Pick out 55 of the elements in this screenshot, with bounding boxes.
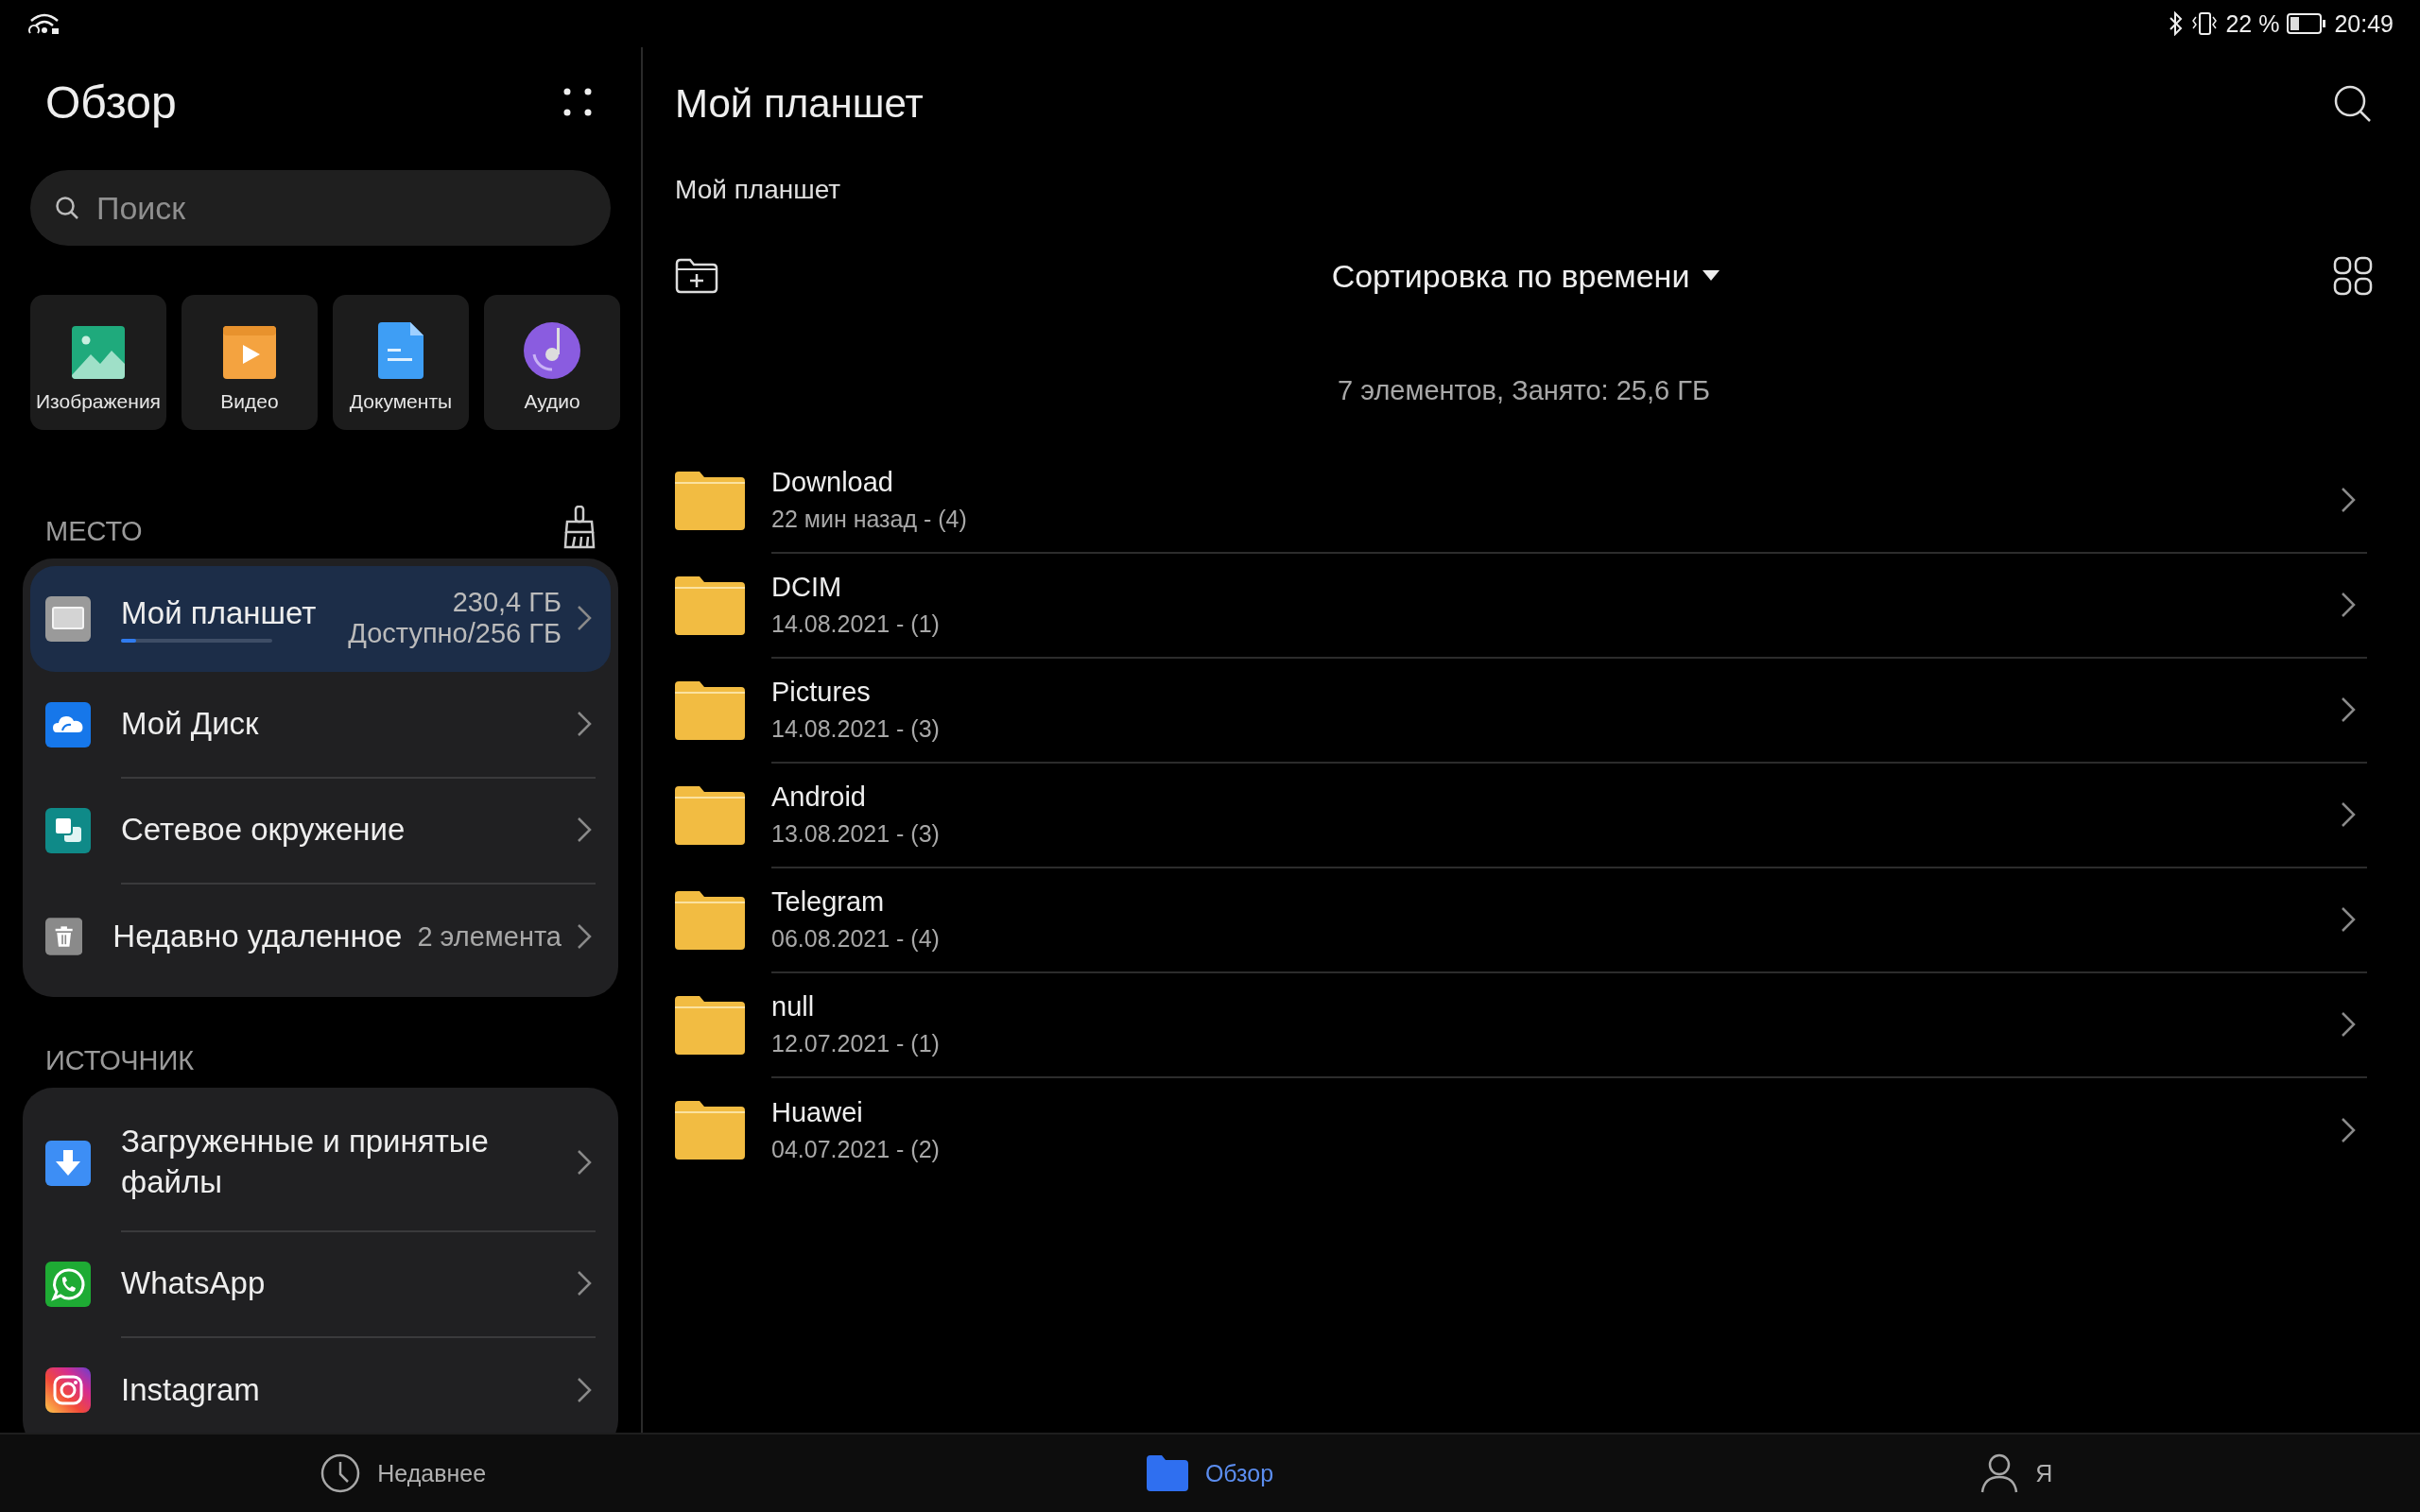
storage-size: 230,4 ГБ [452, 586, 562, 618]
folder-row[interactable]: Huawei 04.07.2021 - (2) [675, 1077, 2373, 1182]
storage-item[interactable]: Мой планшет 230,4 ГБ Доступно/256 ГБ [30, 566, 611, 672]
folder-row[interactable]: Pictures 14.08.2021 - (3) [675, 658, 2373, 763]
search-field[interactable]: Поиск [30, 170, 611, 246]
folder-name: Telegram [771, 885, 886, 918]
folder-name: DCIM [771, 571, 843, 603]
item-label: Instagram [121, 1370, 261, 1409]
item-label: Загруженные и принятые файлы [121, 1123, 490, 1201]
sort-dropdown[interactable]: Сортировка по времени [1331, 257, 1720, 295]
breadcrumb-link[interactable]: Мой планшет [675, 175, 841, 205]
item-count: 2 элемента [417, 920, 562, 953]
folder-meta: 12.07.2021 - (1) [771, 1029, 941, 1057]
nav-tab[interactable]: Обзор [1136, 1450, 1284, 1497]
folder-name: null [771, 990, 816, 1022]
item-label: Сетевое окружение [121, 810, 406, 849]
storage-item[interactable]: WhatsApp [30, 1231, 611, 1337]
nav-tab[interactable]: Недавнее [311, 1448, 496, 1499]
folder-row[interactable]: Android 13.08.2021 - (3) [675, 763, 2373, 868]
folder-row[interactable]: DCIM 14.08.2021 - (1) [675, 553, 2373, 658]
clock-time: 20:49 [2334, 9, 2394, 38]
storage-item[interactable]: Загруженные и принятые файлы [30, 1095, 611, 1231]
item-label: Недавно удаленное [112, 917, 403, 955]
battery-percent: 22 % [2225, 9, 2280, 38]
folder-row[interactable]: null 12.07.2021 - (1) [675, 972, 2373, 1077]
folder-name: Pictures [771, 676, 872, 708]
folder-meta: 13.08.2021 - (3) [771, 819, 941, 848]
category-tile[interactable]: Видео [182, 295, 318, 430]
storage-item[interactable]: Instagram [30, 1337, 611, 1433]
folder-meta: 04.07.2021 - (2) [771, 1135, 941, 1163]
folder-summary: 7 элементов, Занято: 25,6 ГБ [1338, 374, 1710, 406]
page-title: Обзор [45, 76, 177, 129]
folder-row[interactable]: Telegram 06.08.2021 - (4) [675, 868, 2373, 972]
storage-total: Доступно/256 ГБ [348, 618, 562, 650]
folder-meta: 06.08.2021 - (4) [771, 924, 941, 953]
category-tile[interactable]: Аудио [484, 295, 620, 430]
folder-name: Huawei [771, 1096, 864, 1128]
category-tile[interactable]: Изображения [30, 295, 166, 430]
storage-item[interactable]: Мой Диск [30, 672, 611, 778]
item-label: Мой планшет [121, 593, 318, 632]
section-heading: МЕСТО [45, 516, 143, 548]
folder-meta: 22 мин назад - (4) [771, 505, 968, 533]
folder-meta: 14.08.2021 - (3) [771, 714, 941, 743]
folder-title: Мой планшет [675, 81, 924, 127]
folder-meta: 14.08.2021 - (1) [771, 610, 941, 638]
folder-name: Android [771, 781, 867, 813]
storage-item[interactable]: Недавно удаленное 2 элемента [30, 884, 611, 989]
item-label: Мой Диск [121, 704, 260, 743]
nav-tab[interactable]: Я [1971, 1448, 2063, 1499]
section-heading: ИСТОЧНИК [45, 1045, 195, 1077]
folder-name: Download [771, 466, 894, 498]
category-tile[interactable]: Документы [333, 295, 469, 430]
item-label: WhatsApp [121, 1263, 267, 1302]
storage-item[interactable]: Сетевое окружение [30, 778, 611, 884]
folder-row[interactable]: Download 22 мин назад - (4) [675, 448, 2373, 553]
